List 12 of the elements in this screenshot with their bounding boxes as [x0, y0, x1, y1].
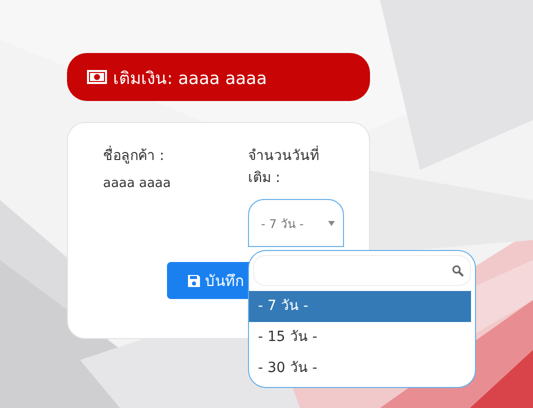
dropdown-option[interactable]: - 15 วัน - [249, 322, 471, 353]
search-field[interactable] [253, 255, 471, 286]
header-title: เติมเงิน: aaaa aaaa [113, 68, 267, 90]
days-label: จำนวนวันที่เติม : [248, 145, 340, 189]
customer-value: aaaa aaaa [103, 176, 172, 191]
customer-label: ชื่อลูกค้า : [103, 145, 248, 167]
money-icon [87, 70, 107, 84]
dropdown-option[interactable]: - 30 วัน - [249, 353, 471, 384]
caret-icon [328, 220, 335, 226]
search-icon [452, 264, 464, 276]
days-select[interactable]: - 7 วัน - [248, 199, 344, 247]
dropdown-option[interactable]: - 7 วัน - [249, 291, 471, 322]
